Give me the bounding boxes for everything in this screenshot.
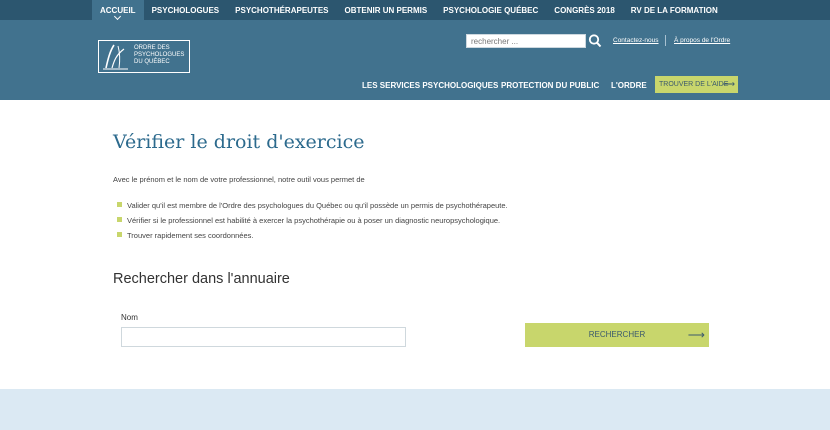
list-item-text: Trouver rapidement ses coordonnées.	[127, 231, 254, 240]
search-button[interactable]: RECHERCHER ⟶	[525, 323, 709, 347]
topnav-congres[interactable]: CONGRÈS 2018	[546, 0, 622, 20]
search-button-label: RECHERCHER	[588, 330, 646, 339]
mainnav-ordre[interactable]: L'ORDRE	[611, 81, 647, 90]
topnav-psychologie-quebec[interactable]: PSYCHOLOGIE QUÉBEC	[435, 0, 546, 20]
logo-text: ORDRE DES PSYCHOLOGUES DU QUÉBEC	[134, 45, 185, 65]
site-logo[interactable]: ORDRE DES PSYCHOLOGUES DU QUÉBEC	[98, 40, 190, 73]
list-item-text: Vérifier si le professionnel est habilit…	[127, 216, 501, 225]
search-heading: Rechercher dans l'annuaire	[113, 271, 290, 287]
contact-link[interactable]: Contactez-nous	[613, 37, 659, 44]
topnav-rv-formation[interactable]: RV DE LA FORMATION	[623, 0, 726, 20]
top-nav: ACCUEIL PSYCHOLOGUES PSYCHOTHÉRAPEUTES O…	[92, 0, 726, 21]
find-help-label: TROUVER DE L'AIDE	[659, 81, 729, 88]
bullet-square-icon	[117, 232, 122, 237]
search-icon[interactable]	[588, 33, 602, 49]
intro-text: Avec le prénom et le nom de votre profes…	[113, 175, 365, 184]
main-content: Vérifier le droit d'exercice Avec le pré…	[0, 100, 830, 389]
list-item: Trouver rapidement ses coordonnées.	[117, 231, 508, 246]
topnav-psychologues[interactable]: PSYCHOLOGUES	[144, 0, 228, 20]
logo-mark-icon	[103, 44, 128, 70]
topnav-psychotherapeutes[interactable]: PSYCHOTHÉRAPEUTES	[227, 0, 336, 20]
arrow-right-icon: ⟶	[722, 79, 735, 89]
topnav-obtenir-permis[interactable]: OBTENIR UN PERMIS	[337, 0, 436, 20]
bullet-square-icon	[117, 217, 122, 222]
list-item-text: Valider qu'il est membre de l'Ordre des …	[127, 201, 508, 210]
feature-list: Valider qu'il est membre de l'Ordre des …	[117, 201, 508, 246]
name-field[interactable]	[121, 327, 406, 347]
find-help-button[interactable]: TROUVER DE L'AIDE ⟶	[655, 76, 738, 93]
list-item: Valider qu'il est membre de l'Ordre des …	[117, 201, 508, 216]
arrow-right-icon: ⟶	[687, 328, 705, 342]
mainnav-services[interactable]: LES SERVICES PSYCHOLOGIQUES	[362, 81, 498, 90]
divider	[665, 35, 666, 46]
footer-band	[0, 389, 830, 430]
search-input[interactable]	[466, 34, 586, 48]
name-label: Nom	[121, 313, 138, 322]
page-title: Vérifier le droit d'exercice	[113, 131, 365, 153]
top-bar: ACCUEIL PSYCHOLOGUES PSYCHOTHÉRAPEUTES O…	[0, 0, 830, 21]
site-header: ORDRE DES PSYCHOLOGUES DU QUÉBEC Contact…	[0, 20, 830, 100]
topnav-accueil[interactable]: ACCUEIL	[92, 0, 144, 21]
mainnav-protection[interactable]: PROTECTION DU PUBLIC	[501, 81, 599, 90]
bullet-square-icon	[117, 202, 122, 207]
list-item: Vérifier si le professionnel est habilit…	[117, 216, 508, 231]
about-link[interactable]: À propos de l'Ordre	[674, 37, 730, 44]
